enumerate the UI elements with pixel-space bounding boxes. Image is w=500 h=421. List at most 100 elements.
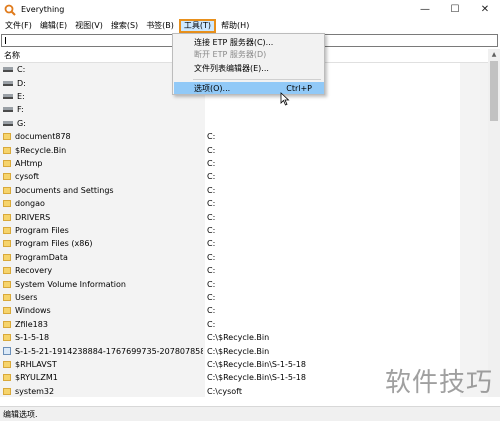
row-name-cell: Zfile183 [3,320,203,329]
folder-icon [3,226,11,234]
row-name: Zfile183 [15,319,48,329]
folder-icon [3,173,11,181]
row-name: Program Files (x86) [15,239,93,249]
tools-dropdown-menu: 连接 ETP 服务器(C)... 断开 ETP 服务器(D) 文件列表编辑器(E… [172,33,325,95]
row-name: dongao [15,199,45,209]
row-name: DRIVERS [15,212,51,222]
menu-bookmarks[interactable]: 书签(B) [143,19,177,33]
folder-icon [3,280,11,288]
menu-item-connect-etp[interactable]: 连接 ETP 服务器(C)... [174,36,324,48]
row-path: C: [207,306,216,316]
row-path: C:\$Recycle.Bin\S-1-5-18 [207,359,306,369]
scroll-up-icon[interactable]: ▲ [488,49,500,59]
row-path: C: [207,185,216,195]
vertical-scrollbar[interactable]: ▲ [488,49,500,397]
table-row[interactable]: ProgramData C: [0,251,488,264]
row-name: G: [17,118,26,128]
row-name-cell: cysoft [3,172,203,181]
table-row[interactable]: DRIVERS C: [0,210,488,223]
row-name-cell: Recovery [3,266,203,275]
row-name-cell: Users [3,293,203,302]
everything-app-icon [4,4,16,16]
menu-item-filelist-editor[interactable]: 文件列表编辑器(E)... [174,62,324,74]
row-name: AHtmp [15,158,43,168]
row-path: C: [207,158,216,168]
folder-icon [3,200,11,208]
table-row[interactable]: document878 C: [0,130,488,143]
sid-icon [3,347,11,356]
table-row[interactable]: System Volume Information C: [0,277,488,290]
row-path: C: [207,172,216,182]
table-row[interactable]: $Recycle.Bin C: [0,143,488,156]
table-row[interactable]: Program Files C: [0,224,488,237]
row-name-cell: ProgramData [3,253,203,262]
folder-icon [3,267,11,275]
table-row[interactable]: G: [0,117,488,130]
text-caret [5,37,6,44]
menu-item-disconnect-etp-label: 断开 ETP 服务器(D) [194,49,267,59]
status-text: 编辑选项. [3,409,38,419]
maximize-button[interactable]: ☐ [440,0,470,19]
drive-icon [3,80,13,86]
table-row[interactable]: Documents and Settings C: [0,184,488,197]
row-name-cell: Windows [3,306,203,315]
row-name: E: [17,91,25,101]
row-name-cell: DRIVERS [3,213,203,222]
folder-icon [3,374,11,382]
menu-file[interactable]: 文件(F) [2,19,35,33]
row-name-cell: System Volume Information [3,280,203,289]
table-row[interactable]: Windows C: [0,304,488,317]
table-row[interactable]: AHtmp C: [0,157,488,170]
row-name: D: [17,78,26,88]
row-name-cell: system32 [3,387,203,396]
row-name-cell: Program Files (x86) [3,239,203,248]
menu-help[interactable]: 帮助(H) [218,19,252,33]
scroll-thumb[interactable] [490,61,498,121]
row-path: C:\$Recycle.Bin [207,333,270,343]
folder-icon [3,307,11,315]
row-path: C: [207,252,216,262]
table-row[interactable]: F: [0,103,488,116]
table-row[interactable]: cysoft C: [0,170,488,183]
table-row[interactable]: S-1-5-21-1914238884-1767699735-207807858… [0,344,488,357]
table-row[interactable]: Users C: [0,291,488,304]
folder-icon [3,213,11,221]
status-bar: 编辑选项. [0,406,500,421]
row-name: S-1-5-21-1914238884-1767699735-207807858… [15,346,203,356]
row-name: $Recycle.Bin [15,145,67,155]
row-path: C: [207,292,216,302]
menu-tools[interactable]: 工具(T) [178,19,217,33]
row-path: C:\$Recycle.Bin\S-1-5-18 [207,373,306,383]
window-title: Everything [21,5,65,14]
row-name: system32 [15,386,55,396]
row-name-cell: Program Files [3,226,203,235]
table-row[interactable]: dongao C: [0,197,488,210]
menu-view[interactable]: 视图(V) [72,19,106,33]
folder-icon [3,253,11,261]
table-row[interactable]: S-1-5-18 C:\$Recycle.Bin [0,331,488,344]
column-header-name[interactable]: 名称 [0,50,20,61]
results-list[interactable]: C: D: E: F: G: document878 C: $Recycle.Bin C: AHt… [0,63,488,397]
menu-item-options[interactable]: 选项(O)... Ctrl+P [174,82,324,94]
row-path: C: [207,319,216,329]
minimize-button[interactable]: — [410,0,440,19]
drive-icon [3,93,13,99]
row-name-cell: $RYULZM1 [3,373,203,382]
menu-search[interactable]: 搜索(S) [108,19,141,33]
table-row[interactable]: Zfile183 C: [0,318,488,331]
close-button[interactable]: ✕ [470,0,500,19]
row-name-cell: document878 [3,132,203,141]
folder-icon [3,146,11,154]
row-path: C: [207,266,216,276]
folder-icon [3,240,11,248]
row-name: $RYULZM1 [15,373,58,383]
row-name-cell: AHtmp [3,159,203,168]
table-row[interactable]: Program Files (x86) C: [0,237,488,250]
folder-icon [3,133,11,141]
row-name: document878 [15,132,71,142]
row-path: C: [207,199,216,209]
row-name-cell: dongao [3,199,203,208]
menu-edit[interactable]: 编辑(E) [37,19,70,33]
mouse-cursor-icon [280,92,290,106]
table-row[interactable]: Recovery C: [0,264,488,277]
